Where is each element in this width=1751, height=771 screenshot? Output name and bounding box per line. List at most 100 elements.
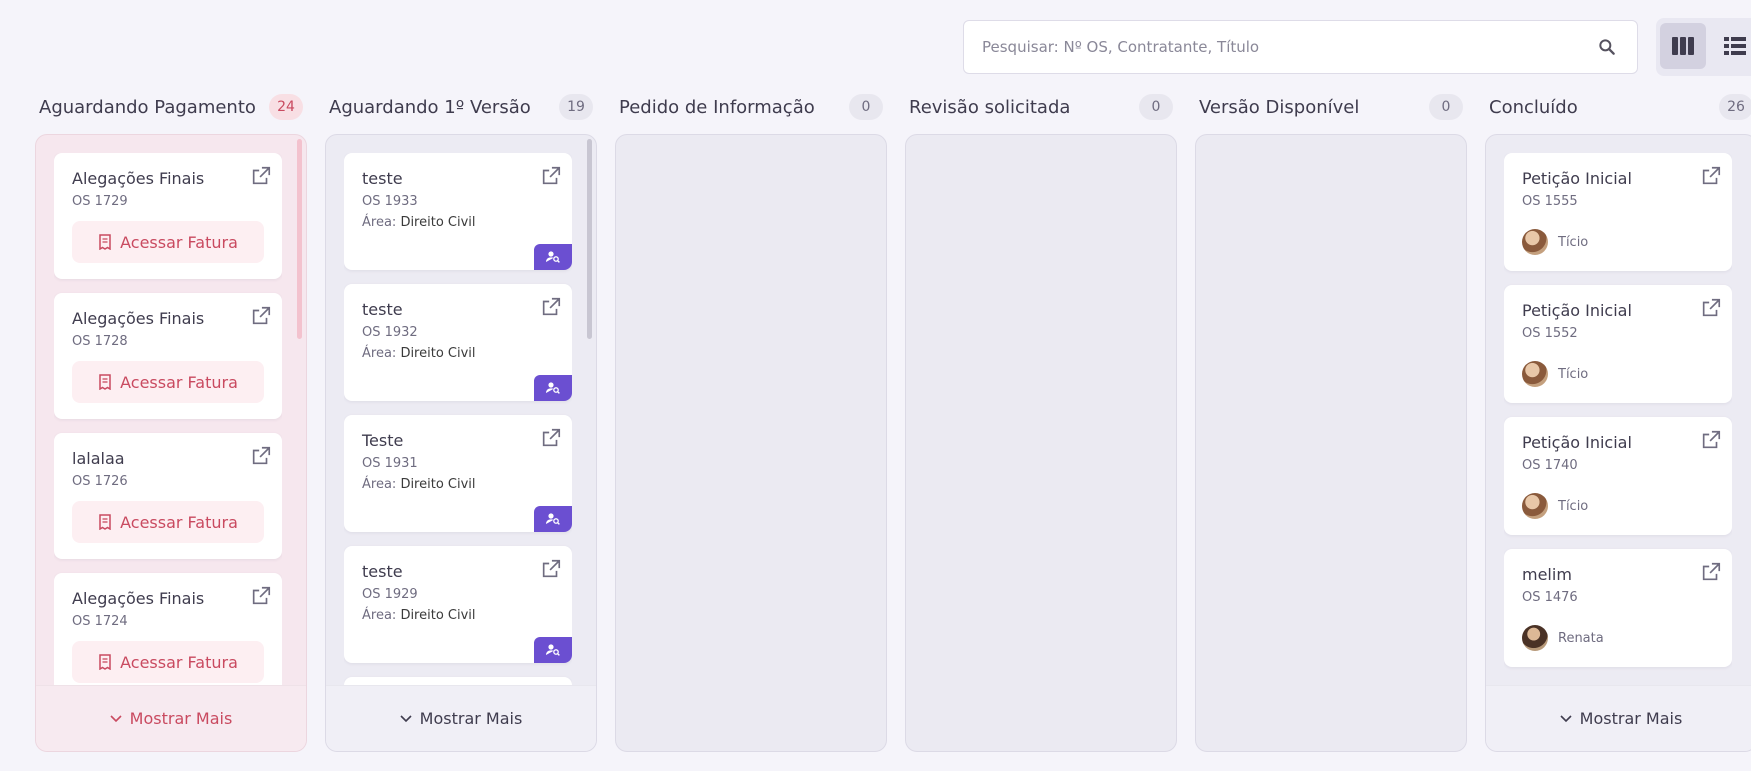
acessar-fatura-label: Acessar Fatura: [120, 232, 238, 252]
column-body: [1195, 134, 1467, 752]
area-value: Direito Civil: [400, 608, 476, 623]
column-count-badge: 0: [1139, 94, 1173, 120]
chevron-down-icon: [400, 714, 412, 722]
card-area: Área: Direito Civil: [362, 477, 554, 492]
card-os-number: OS 1555: [1522, 194, 1578, 209]
mostrar-mais-button[interactable]: Mostrar Mais: [36, 685, 306, 751]
column-aguardando-1-versao: Aguardando 1º Versão 19 teste OS 1933 Ár…: [325, 86, 597, 752]
external-link-icon[interactable]: [250, 305, 272, 327]
card-title: Alegações Finais: [72, 169, 205, 188]
chevron-down-icon: [110, 714, 122, 722]
area-label: Área:: [362, 346, 397, 361]
column-count-badge: 19: [559, 94, 593, 120]
mostrar-mais-button[interactable]: Mostrar Mais: [326, 685, 596, 751]
external-link-icon[interactable]: [1700, 561, 1722, 583]
column-revisao-solicitada: Revisão solicitada 0: [905, 86, 1177, 752]
external-link-icon[interactable]: [540, 427, 562, 449]
order-card[interactable]: Petição Inicial OS 1555 Tício: [1504, 153, 1732, 271]
invoice-icon: [99, 654, 111, 670]
acessar-fatura-button[interactable]: Acessar Fatura: [72, 501, 264, 543]
user-search-icon: [546, 251, 560, 263]
card-os-number: OS 1476: [1522, 590, 1578, 605]
column-versao-disponivel: Versão Disponível 0: [1195, 86, 1467, 752]
assignee-name: Tício: [1558, 234, 1589, 250]
order-card[interactable]: Alegações Finais OS 1724 Acessar Fatura: [54, 573, 282, 687]
mostrar-mais-label: Mostrar Mais: [419, 709, 523, 728]
card-title: Alegações Finais: [72, 589, 205, 608]
chevron-down-icon: [1560, 714, 1572, 722]
order-card[interactable]: teste OS 1933 Área: Direito Civil: [344, 153, 572, 270]
external-link-icon[interactable]: [250, 445, 272, 467]
avatar: [1522, 361, 1548, 387]
card-title: Alegações Finais: [72, 309, 205, 328]
card-title: Teste: [362, 431, 404, 450]
search-icon[interactable]: [1597, 37, 1617, 57]
area-value: Direito Civil: [400, 477, 476, 492]
column-body: Petição Inicial OS 1555 Tício Petição In…: [1485, 134, 1751, 752]
card-area: Área: Direito Civil: [362, 608, 554, 623]
assignee: Tício: [1522, 229, 1714, 255]
search-user-badge[interactable]: [534, 506, 572, 532]
column-body: [905, 134, 1177, 752]
search-input[interactable]: [982, 21, 1582, 73]
area-value: Direito Civil: [400, 215, 476, 230]
card-area: Área: Direito Civil: [362, 215, 554, 230]
search-user-badge[interactable]: [534, 244, 572, 270]
list-view-button[interactable]: [1712, 23, 1751, 69]
external-link-icon[interactable]: [1700, 297, 1722, 319]
card-title: Petição Inicial: [1522, 169, 1632, 188]
card-title: Petição Inicial: [1522, 433, 1632, 452]
card-os-number: OS 1552: [1522, 326, 1578, 341]
external-link-icon[interactable]: [1700, 429, 1722, 451]
column-body: teste OS 1933 Área: Direito Civil teste …: [325, 134, 597, 752]
column-count-badge: 0: [849, 94, 883, 120]
order-card[interactable]: Petição Inicial OS 1552 Tício: [1504, 285, 1732, 403]
external-link-icon[interactable]: [540, 296, 562, 318]
acessar-fatura-button[interactable]: Acessar Fatura: [72, 221, 264, 263]
card-os-number: OS 1724: [72, 614, 128, 629]
scrollbar[interactable]: [587, 139, 592, 339]
column-title: Concluído: [1489, 96, 1578, 118]
order-card[interactable]: Petição Inicial OS 1740 Tício: [1504, 417, 1732, 535]
card-title: teste: [362, 300, 403, 319]
scrollbar[interactable]: [297, 139, 302, 339]
order-card[interactable]: lalalaa OS 1726 Acessar Fatura: [54, 433, 282, 559]
invoice-icon: [99, 514, 111, 530]
area-value: Direito Civil: [400, 346, 476, 361]
avatar: [1522, 625, 1548, 651]
order-card[interactable]: Teste OS 1931 Área: Direito Civil: [344, 415, 572, 532]
external-link-icon[interactable]: [250, 165, 272, 187]
column-pedido-de-informacao: Pedido de Informação 0: [615, 86, 887, 752]
card-list: teste OS 1933 Área: Direito Civil teste …: [344, 153, 572, 687]
acessar-fatura-button[interactable]: Acessar Fatura: [72, 641, 264, 683]
acessar-fatura-button[interactable]: Acessar Fatura: [72, 361, 264, 403]
order-card[interactable]: Alegações Finais OS 1729 Acessar Fatura: [54, 153, 282, 279]
search-user-badge[interactable]: [534, 637, 572, 663]
card-os-number: OS 1929: [362, 587, 418, 602]
column-title: Versão Disponível: [1199, 96, 1360, 118]
column-title: Aguardando 1º Versão: [329, 96, 531, 118]
column-concluido: Concluído 26 Petição Inicial OS 1555 Tíc…: [1485, 86, 1751, 752]
external-link-icon[interactable]: [540, 165, 562, 187]
area-label: Área:: [362, 477, 397, 492]
card-os-number: OS 1932: [362, 325, 418, 340]
external-link-icon[interactable]: [250, 585, 272, 607]
assignee: Renata: [1522, 625, 1714, 651]
mostrar-mais-label: Mostrar Mais: [129, 709, 233, 728]
card-title: lalalaa: [72, 449, 125, 468]
order-card[interactable]: teste OS 1929 Área: Direito Civil: [344, 546, 572, 663]
order-card[interactable]: melim OS 1476 Renata: [1504, 549, 1732, 667]
search-user-badge[interactable]: [534, 375, 572, 401]
order-card[interactable]: Alegações Finais OS 1728 Acessar Fatura: [54, 293, 282, 419]
acessar-fatura-label: Acessar Fatura: [120, 652, 238, 672]
area-label: Área:: [362, 215, 397, 230]
list-icon: [1724, 37, 1746, 55]
mostrar-mais-label: Mostrar Mais: [1579, 709, 1683, 728]
assignee-name: Tício: [1558, 366, 1589, 382]
external-link-icon[interactable]: [540, 558, 562, 580]
kanban-view-button[interactable]: [1660, 23, 1706, 69]
mostrar-mais-button[interactable]: Mostrar Mais: [1486, 685, 1751, 751]
order-card[interactable]: teste OS 1932 Área: Direito Civil: [344, 284, 572, 401]
external-link-icon[interactable]: [1700, 165, 1722, 187]
card-title: teste: [362, 169, 403, 188]
